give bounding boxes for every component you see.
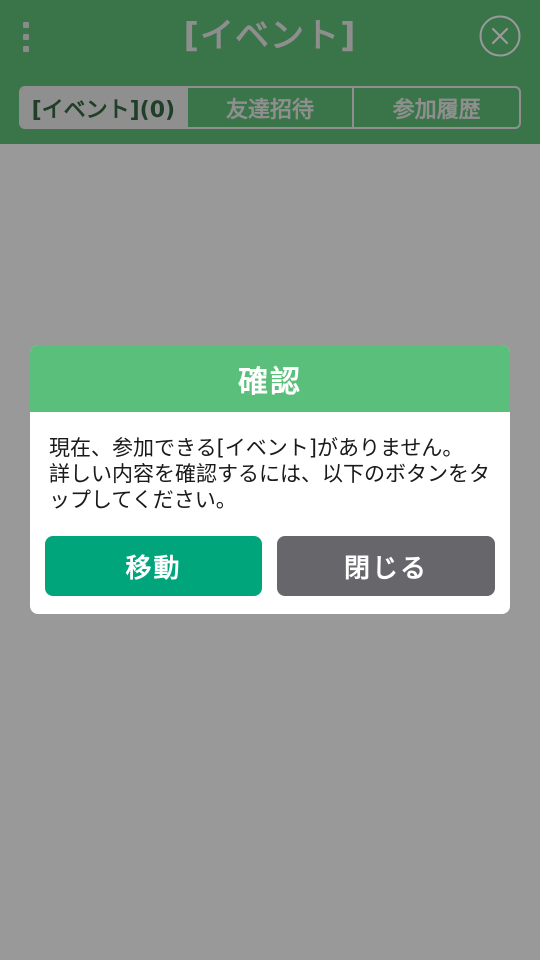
tab-participation-history[interactable]: 参加履歴: [352, 88, 519, 127]
page-title: [イベント]: [183, 16, 357, 56]
close-icon[interactable]: [479, 15, 521, 57]
close-button[interactable]: 閉じる: [277, 536, 495, 596]
tab-invite-friends[interactable]: 友達招待: [185, 88, 353, 127]
dialog-message: 現在、参加できる[イベント]がありません。 詳しい内容を確認するには、以下のボタ…: [49, 436, 490, 512]
app-header: [イベント] [イベント](0) 友達招待 参加履歴: [0, 0, 540, 144]
move-button[interactable]: 移動: [45, 536, 262, 596]
tab-events[interactable]: [イベント](0): [21, 88, 186, 127]
dialog-title: 確認: [30, 345, 510, 412]
confirm-dialog: 確認 現在、参加できる[イベント]がありません。 詳しい内容を確認するには、以下…: [30, 345, 510, 614]
more-vertical-icon[interactable]: [18, 20, 34, 54]
tab-bar: [イベント](0) 友達招待 参加履歴: [19, 86, 521, 129]
